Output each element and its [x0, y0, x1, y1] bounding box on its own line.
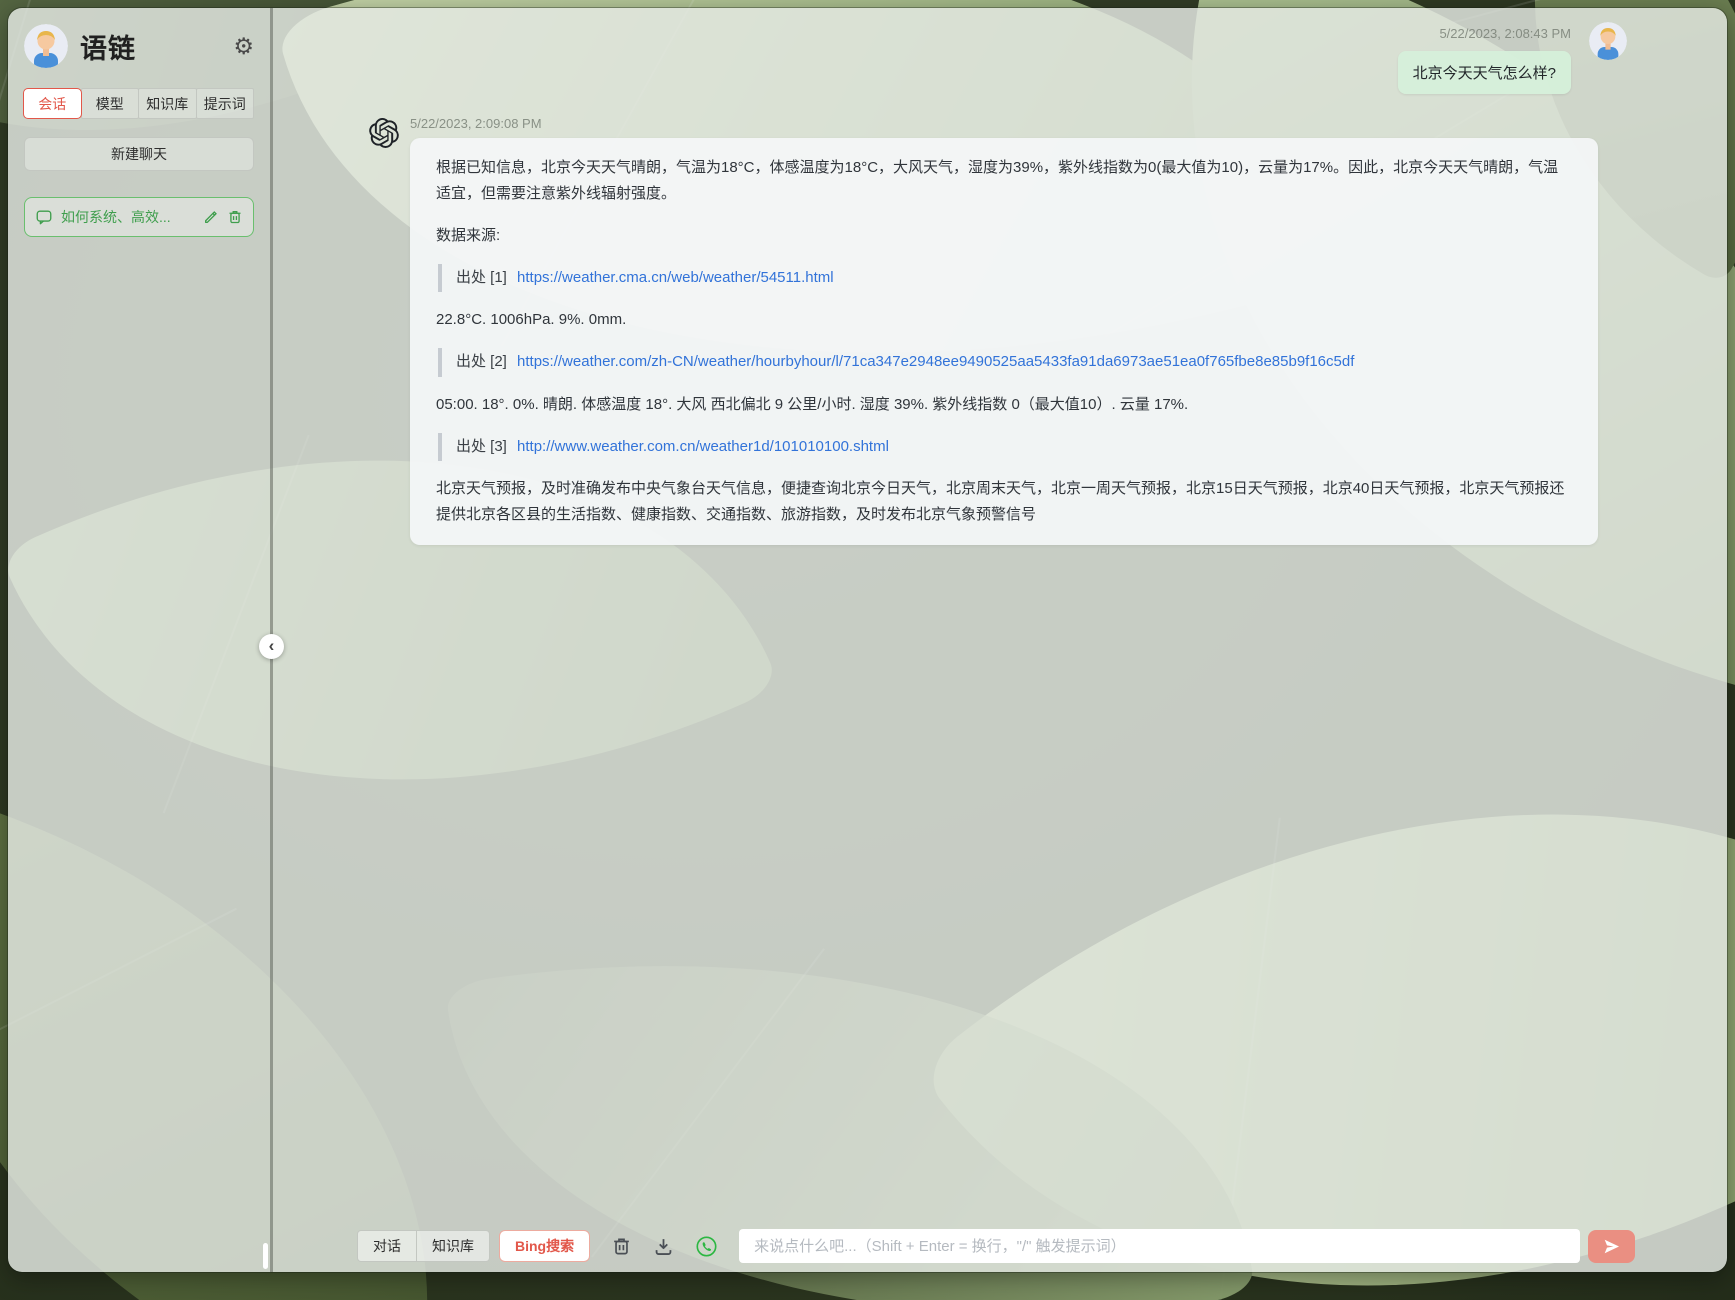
edit-icon[interactable] [203, 209, 219, 225]
assistant-paragraph: 根据已知信息，北京今天天气晴朗，气温为18°C，体感温度为18°C，大风天气，湿… [436, 159, 1559, 203]
assistant-message-box: 根据已知信息，北京今天天气晴朗，气温为18°C，体感温度为18°C，大风天气，湿… [410, 138, 1598, 545]
clear-messages-button[interactable] [611, 1236, 632, 1257]
app-title: 语链 [80, 33, 136, 64]
chat-list-item[interactable]: 如何系统、高效... [24, 197, 254, 237]
openai-logo-icon [369, 118, 399, 148]
share-whatsapp-button[interactable] [695, 1235, 718, 1258]
sidebar: 语链 ⚙ 会话 模型 知识库 提示词 新建聊天 如何系统、高效... [8, 8, 270, 1272]
new-chat-button[interactable]: 新建聊天 [24, 137, 254, 171]
source-2-label: 出处 [2] [456, 353, 507, 371]
send-plane-icon [1604, 1239, 1620, 1253]
composer-bar: 对话 知识库 Bing搜索 [273, 1229, 1727, 1263]
chat-item-title: 如何系统、高效... [61, 209, 171, 225]
send-button[interactable] [1588, 1229, 1635, 1263]
user-avatar [1589, 22, 1627, 60]
assistant-paragraph: 北京天气预报，及时准确发布中央气象台天气信息，便捷查询北京今日天气，北京周末天气… [436, 480, 1565, 524]
mode-bing-search-button[interactable]: Bing搜索 [499, 1230, 591, 1262]
download-icon [655, 1238, 672, 1255]
source-2-detail: 05:00. 18°. 0%. 晴朗. 体感温度 18°. 大风 西北偏北 9 … [436, 395, 1189, 413]
source-quote-3: 出处 [3] http://www.weather.com.cn/weather… [438, 432, 1572, 461]
source-1-link[interactable]: https://weather.cma.cn/web/weather/54511… [517, 269, 834, 286]
collapse-sidebar-button[interactable]: ‹ [259, 634, 284, 659]
user-avatar [24, 24, 68, 68]
source-quote-1: 出处 [1] https://weather.cma.cn/web/weathe… [438, 263, 1572, 292]
source-1-detail: 22.8°C. 1006hPa. 9%. 0mm. [436, 311, 627, 328]
app-window: 语链 ⚙ 会话 模型 知识库 提示词 新建聊天 如何系统、高效... ‹ 5/2… [8, 8, 1727, 1272]
sidebar-divider: ‹ [259, 8, 284, 1272]
mode-knowledge-base-button[interactable]: 知识库 [416, 1230, 490, 1262]
chat-area: 5/22/2023, 2:08:43 PM 北京今天天气怎么样? 5/22/20… [273, 8, 1727, 1272]
assistant-message-timestamp: 5/22/2023, 2:09:08 PM [410, 116, 542, 131]
message-input[interactable] [739, 1229, 1580, 1263]
assistant-message-column: 5/22/2023, 2:09:08 PM 根据已知信息，北京今天天气晴朗，气温… [410, 116, 1598, 545]
sidebar-scrollbar[interactable] [263, 1243, 268, 1269]
composer-mode-group: 对话 知识库 Bing搜索 [357, 1230, 591, 1262]
sidebar-header: 语链 ⚙ [24, 24, 254, 68]
user-message-column: 5/22/2023, 2:08:43 PM 北京今天天气怎么样? [1397, 22, 1571, 94]
sources-label: 数据来源: [436, 226, 501, 244]
delete-icon[interactable] [227, 209, 243, 225]
tab-knowledge-base[interactable]: 知识库 [138, 88, 197, 119]
sidebar-tabs: 会话 模型 知识库 提示词 [23, 88, 254, 119]
mode-chat-button[interactable]: 对话 [357, 1230, 417, 1262]
source-3-label: 出处 [3] [456, 437, 507, 455]
tab-models[interactable]: 模型 [80, 88, 139, 119]
assistant-message: 5/22/2023, 2:09:08 PM 根据已知信息，北京今天天气晴朗，气温… [369, 116, 1598, 545]
export-chat-button[interactable] [653, 1236, 674, 1257]
source-1-label: 出处 [1] [456, 268, 507, 286]
source-quote-2: 出处 [2] https://weather.com/zh-CN/weather… [438, 348, 1572, 377]
gear-icon[interactable]: ⚙ [233, 34, 254, 58]
whatsapp-icon [696, 1235, 717, 1257]
trash-icon [614, 1238, 629, 1254]
tab-prompts[interactable]: 提示词 [195, 88, 254, 119]
user-message-timestamp: 5/22/2023, 2:08:43 PM [1439, 26, 1571, 41]
user-message: 5/22/2023, 2:08:43 PM 北京今天天气怎么样? [1397, 22, 1627, 94]
user-message-bubble: 北京今天天气怎么样? [1397, 51, 1571, 94]
chat-bubble-icon [35, 208, 53, 226]
source-3-link[interactable]: http://www.weather.com.cn/weather1d/1010… [517, 438, 889, 455]
source-2-link[interactable]: https://weather.com/zh-CN/weather/hourby… [517, 353, 1354, 370]
tab-conversations[interactable]: 会话 [23, 88, 82, 119]
